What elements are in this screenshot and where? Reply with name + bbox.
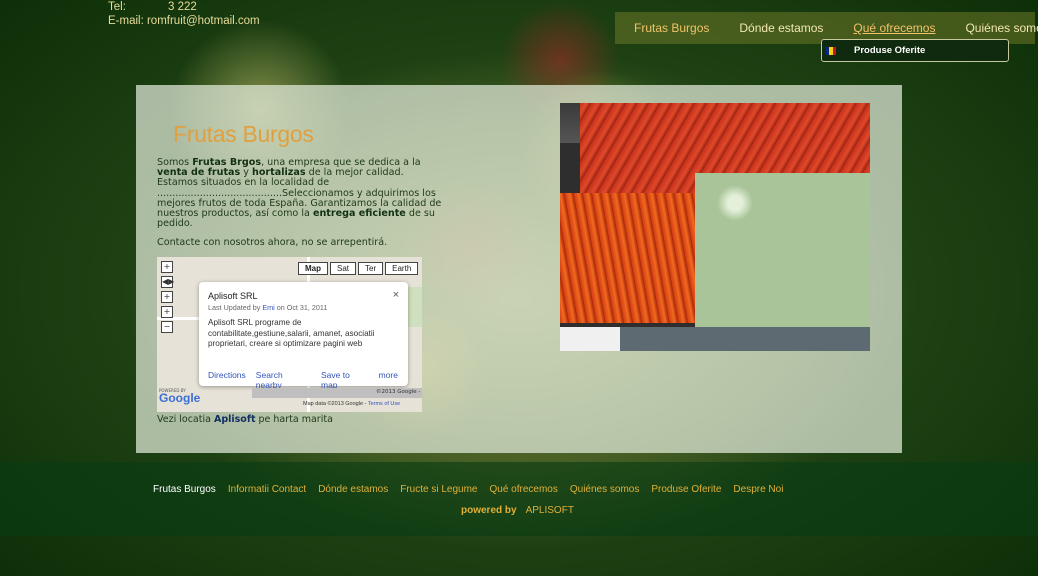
- email-text: E-mail: romfruit@hotmail.com: [108, 15, 260, 27]
- tel-row: Tel: 3 222: [108, 0, 260, 14]
- footer-link-fructe-legume[interactable]: Fructe si Legume: [400, 484, 477, 495]
- map-zoom-controls: + ◀▶ + + −: [161, 261, 174, 336]
- footer-link-informatii-contact[interactable]: Informatii Contact: [228, 484, 306, 495]
- submenu-item-produse-oferite[interactable]: Produse Oferite: [854, 45, 925, 56]
- powered-by-label: powered by: [461, 505, 517, 516]
- footer-link-frutas-burgos[interactable]: Frutas Burgos: [153, 484, 216, 495]
- info-window-description: Aplisoft SRL programe de contabilitate,g…: [208, 318, 375, 348]
- footer-link-que-ofrecemos[interactable]: Qué ofrecemos: [490, 484, 558, 495]
- footer-navigation: Frutas Burgos Informatii Contact Dónde e…: [153, 484, 795, 495]
- caption-part-1: Vezi locatia: [157, 414, 214, 425]
- footer-link-produse-oferite[interactable]: Produse Oferite: [651, 484, 721, 495]
- intro-text: Somos Frutas Brgos, una empresa que se d…: [157, 157, 447, 229]
- link-save-to-map[interactable]: Save to map: [321, 370, 369, 390]
- footer-link-despre-noi[interactable]: Despre Noi: [733, 484, 783, 495]
- embedded-map[interactable]: + ◀▶ + + − Map Sat Ter Earth Aplisoft SR…: [157, 257, 422, 412]
- map-type-sat[interactable]: Sat: [330, 262, 357, 275]
- link-directions[interactable]: Directions: [208, 370, 246, 390]
- map-zoom-in-icon[interactable]: +: [161, 306, 173, 318]
- photo-cabbages: [695, 173, 870, 328]
- footer: Frutas Burgos Informatii Contact Dónde e…: [0, 462, 1038, 536]
- footer-link-quienes-somos[interactable]: Quiénes somos: [570, 484, 639, 495]
- map-attribution: Map data ©2013 Google - Terms of Use: [303, 401, 400, 407]
- submenu-dropdown[interactable]: Produse Oferite: [821, 39, 1009, 62]
- map-pan-down-icon[interactable]: +: [161, 291, 173, 303]
- page-title: Frutas Burgos: [173, 121, 314, 147]
- meta-prefix: Last Updated by: [208, 303, 263, 312]
- map-type-earth[interactable]: Earth: [385, 262, 419, 275]
- nav-donde-estamos[interactable]: Dónde estamos: [739, 21, 823, 35]
- photo-floor-light: [560, 327, 620, 351]
- map-zoom-out-icon[interactable]: −: [161, 321, 173, 333]
- caption-brand-link[interactable]: Aplisoft: [214, 414, 256, 425]
- map-copyright: ©2013 Google -: [376, 389, 421, 395]
- meta-user-link[interactable]: Emi: [262, 303, 274, 312]
- map-caption: Vezi locatia Aplisoft pe harta marita: [157, 414, 333, 425]
- produce-photo: [560, 103, 870, 351]
- close-icon[interactable]: ×: [393, 289, 399, 301]
- nav-quienes-somos[interactable]: Quiénes somos: [965, 21, 1038, 35]
- info-window-meta: Last Updated by Emi on Oct 31, 2011: [208, 303, 327, 312]
- romania-flag-icon: [826, 46, 836, 55]
- flag-stripe-red: [832, 46, 836, 55]
- content-panel: Frutas Burgos Somos Frutas Brgos, una em…: [136, 85, 902, 453]
- map-type-selector: Map Sat Ter Earth: [298, 262, 420, 275]
- link-more[interactable]: more: [379, 370, 398, 390]
- footer-link-donde-estamos[interactable]: Dónde estamos: [318, 484, 388, 495]
- caption-part-2: pe harta marita: [255, 414, 333, 425]
- tel-label: Tel:: [108, 1, 126, 13]
- google-logo[interactable]: Google: [159, 391, 200, 405]
- link-search-nearby[interactable]: Search nearby: [256, 370, 311, 390]
- map-pan-up-icon[interactable]: +: [161, 261, 173, 273]
- header-contact: Tel: 3 222 E-mail: romfruit@hotmail.com: [108, 0, 260, 28]
- nav-frutas-burgos[interactable]: Frutas Burgos: [634, 21, 709, 35]
- map-type-ter[interactable]: Ter: [358, 262, 384, 275]
- map-pan-horizontal-icon[interactable]: ◀▶: [161, 276, 174, 288]
- info-window-links: Directions Search nearby Save to map mor…: [208, 370, 408, 390]
- bold-entrega-eficiente: entrega eficiente: [312, 208, 406, 220]
- info-window-title: Aplisoft SRL: [208, 291, 258, 301]
- aplisoft-link[interactable]: APLISOFT: [526, 505, 574, 516]
- attribution-text: Map data ©2013 Google -: [303, 401, 368, 407]
- meta-date: on Oct 31, 2011: [274, 303, 328, 312]
- powered-by-row: powered by APLISOFT: [461, 505, 574, 516]
- map-info-window: Aplisoft SRL × Last Updated by Emi on Oc…: [199, 282, 408, 390]
- tel-value: 3 222: [168, 1, 197, 13]
- map-type-map[interactable]: Map: [298, 262, 328, 275]
- contact-cta: Contacte con nosotros ahora, no se arrep…: [157, 237, 388, 248]
- terms-of-use-link[interactable]: Terms of Use: [368, 401, 400, 407]
- nav-que-ofrecemos[interactable]: Qué ofrecemos: [853, 21, 935, 35]
